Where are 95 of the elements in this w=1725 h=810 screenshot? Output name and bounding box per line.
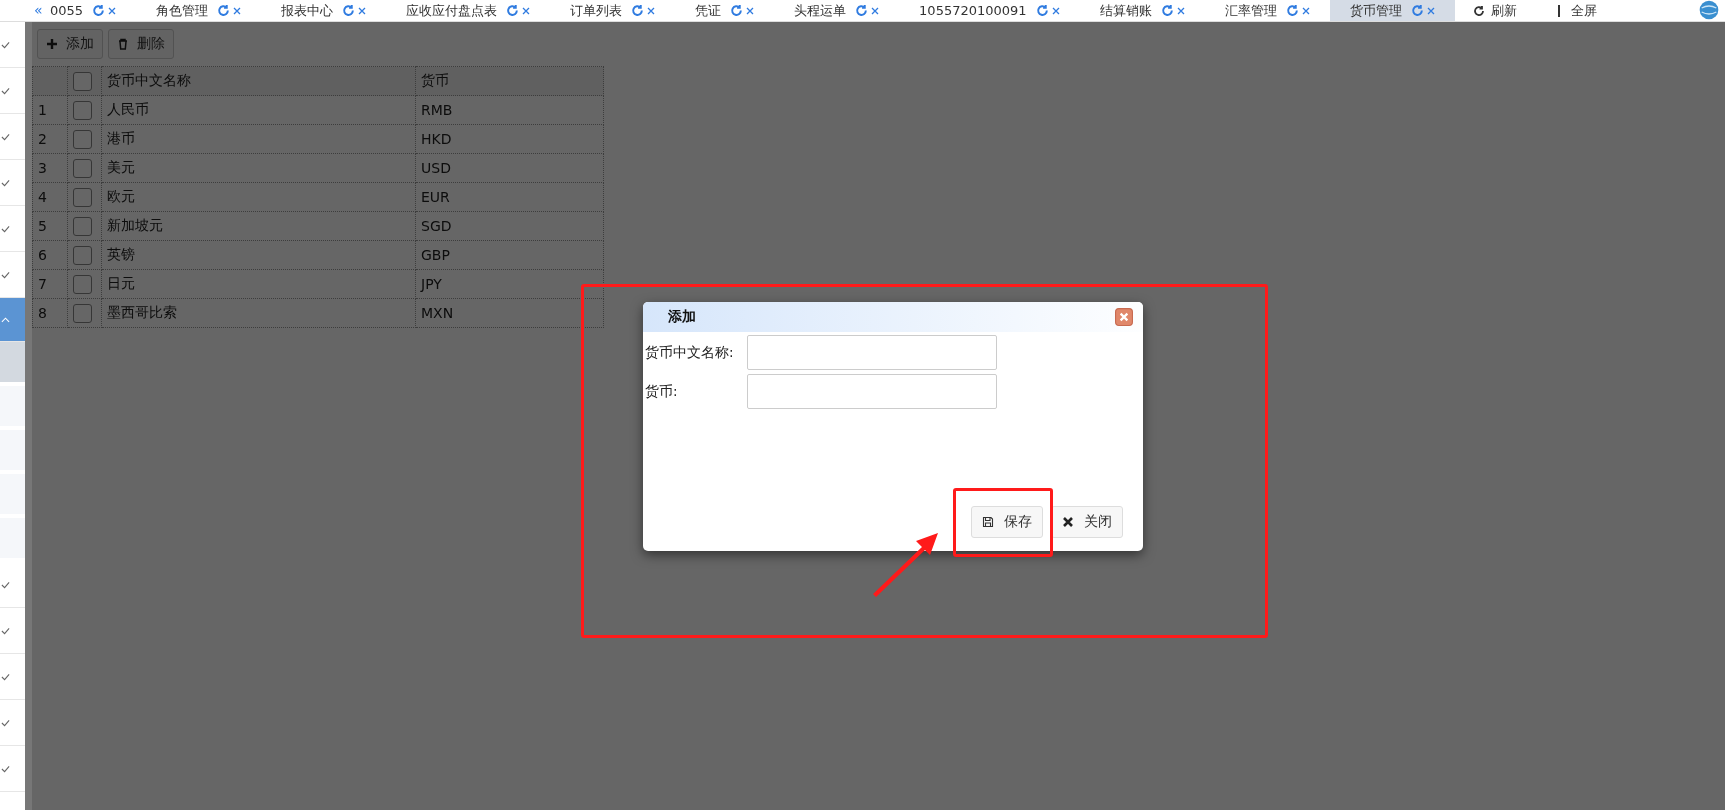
row-number: 4 — [32, 182, 68, 212]
close-icon[interactable] — [108, 6, 117, 15]
refresh-icon[interactable] — [1410, 4, 1424, 17]
tab[interactable]: 订单列表 — [550, 0, 676, 21]
close-icon[interactable] — [1051, 6, 1060, 15]
dialog-button[interactable]: 保存 — [971, 506, 1043, 538]
row-checkbox[interactable] — [73, 187, 92, 207]
chevron-up-icon — [1, 315, 10, 324]
row-number: 8 — [32, 298, 68, 328]
field-label: 货币: — [645, 382, 679, 401]
refresh-icon[interactable] — [217, 4, 231, 17]
tab[interactable]: 汇率管理 — [1204, 0, 1330, 21]
refresh-icon[interactable] — [1035, 4, 1049, 17]
close-icon[interactable] — [746, 6, 755, 15]
check-icon — [1, 580, 10, 589]
close-icon[interactable] — [233, 6, 242, 15]
check-icon — [1, 764, 10, 773]
close-icon[interactable] — [1301, 6, 1310, 15]
refresh-icon[interactable] — [342, 4, 356, 17]
refresh-icon[interactable] — [1285, 4, 1299, 17]
check-icon — [1, 178, 10, 187]
row-checkbox[interactable] — [73, 158, 92, 178]
tab[interactable]: 应收应付盘点表 — [386, 0, 551, 21]
table-cell: EUR — [415, 182, 604, 212]
select-all-checkbox[interactable] — [73, 71, 92, 91]
tab[interactable]: 1055720100091 — [899, 0, 1080, 21]
plus-icon — [46, 38, 58, 50]
refresh-icon — [1472, 4, 1485, 17]
refresh-icon[interactable] — [855, 4, 869, 17]
dialog-title: 添加 — [668, 308, 696, 326]
table-cell: 英镑 — [101, 240, 416, 270]
row-checkbox[interactable] — [73, 274, 92, 294]
check-icon — [1, 40, 10, 49]
table-cell: 日元 — [101, 269, 416, 299]
row-number: 5 — [32, 211, 68, 241]
check-icon — [1, 224, 10, 233]
close-icon[interactable] — [1426, 6, 1435, 15]
table-cell: JPY — [415, 269, 604, 299]
refresh-icon[interactable] — [92, 4, 106, 17]
close-icon[interactable] — [1115, 308, 1133, 326]
row-number: 1 — [32, 95, 68, 125]
toolbar-button[interactable]: 刷新 — [1454, 0, 1535, 21]
row-number: 6 — [32, 240, 68, 270]
row-checkbox[interactable] — [73, 245, 92, 265]
tab[interactable]: 0055 — [48, 0, 137, 21]
table-cell: 欧元 — [101, 182, 416, 212]
close-icon[interactable] — [1176, 6, 1185, 15]
trash-icon — [117, 38, 129, 50]
close-icon[interactable] — [871, 6, 880, 15]
input-field[interactable] — [747, 335, 997, 370]
tab[interactable]: 角色管理 — [136, 0, 262, 21]
refresh-icon[interactable] — [631, 4, 645, 17]
tab[interactable]: 报表中心 — [261, 0, 387, 21]
tab[interactable]: 货币管理 — [1329, 0, 1455, 21]
close-icon[interactable] — [647, 6, 656, 15]
check-icon — [1, 270, 10, 279]
row-checkbox[interactable] — [73, 216, 92, 236]
table-cell: GBP — [415, 240, 604, 270]
check-icon — [1, 86, 10, 95]
field-label: 货币中文名称: — [645, 343, 735, 362]
row-checkbox[interactable] — [73, 303, 92, 323]
input-field[interactable] — [747, 374, 997, 409]
table-cell: HKD — [415, 124, 604, 154]
refresh-icon[interactable] — [1160, 4, 1174, 17]
close-icon[interactable] — [358, 6, 367, 15]
table-cell: 新加坡元 — [101, 211, 416, 241]
tab[interactable]: 头程运单 — [774, 0, 900, 21]
table-cell: USD — [415, 153, 604, 183]
table-cell: SGD — [415, 211, 604, 241]
tab[interactable]: 结算销账 — [1079, 0, 1205, 21]
row-number: 2 — [32, 124, 68, 154]
table-cell: 美元 — [101, 153, 416, 183]
check-icon — [1, 626, 10, 635]
row-number: 7 — [32, 269, 68, 299]
check-icon — [1, 132, 10, 141]
check-icon — [1, 672, 10, 681]
tab[interactable]: 凭证 — [675, 0, 775, 21]
table-cell: 港币 — [101, 124, 416, 154]
table-cell: 墨西哥比索 — [101, 298, 416, 328]
table-cell: 人民币 — [101, 95, 416, 125]
sidebar-item[interactable] — [0, 298, 25, 342]
table-cell: RMB — [415, 95, 604, 125]
refresh-icon[interactable] — [506, 4, 520, 17]
refresh-icon[interactable] — [730, 4, 744, 17]
row-checkbox[interactable] — [73, 100, 92, 120]
close-icon[interactable] — [522, 6, 531, 15]
close-icon — [1062, 516, 1074, 528]
globe-icon[interactable] — [1699, 0, 1719, 20]
table-cell: MXN — [415, 298, 604, 328]
dialog-button[interactable]: 关闭 — [1051, 506, 1123, 538]
scroll-left-button[interactable]: « — [34, 0, 48, 21]
row-checkbox[interactable] — [73, 129, 92, 149]
row-number: 3 — [32, 153, 68, 183]
check-icon — [1, 718, 10, 727]
toolbar-button[interactable]: 全屏 — [1534, 0, 1615, 21]
